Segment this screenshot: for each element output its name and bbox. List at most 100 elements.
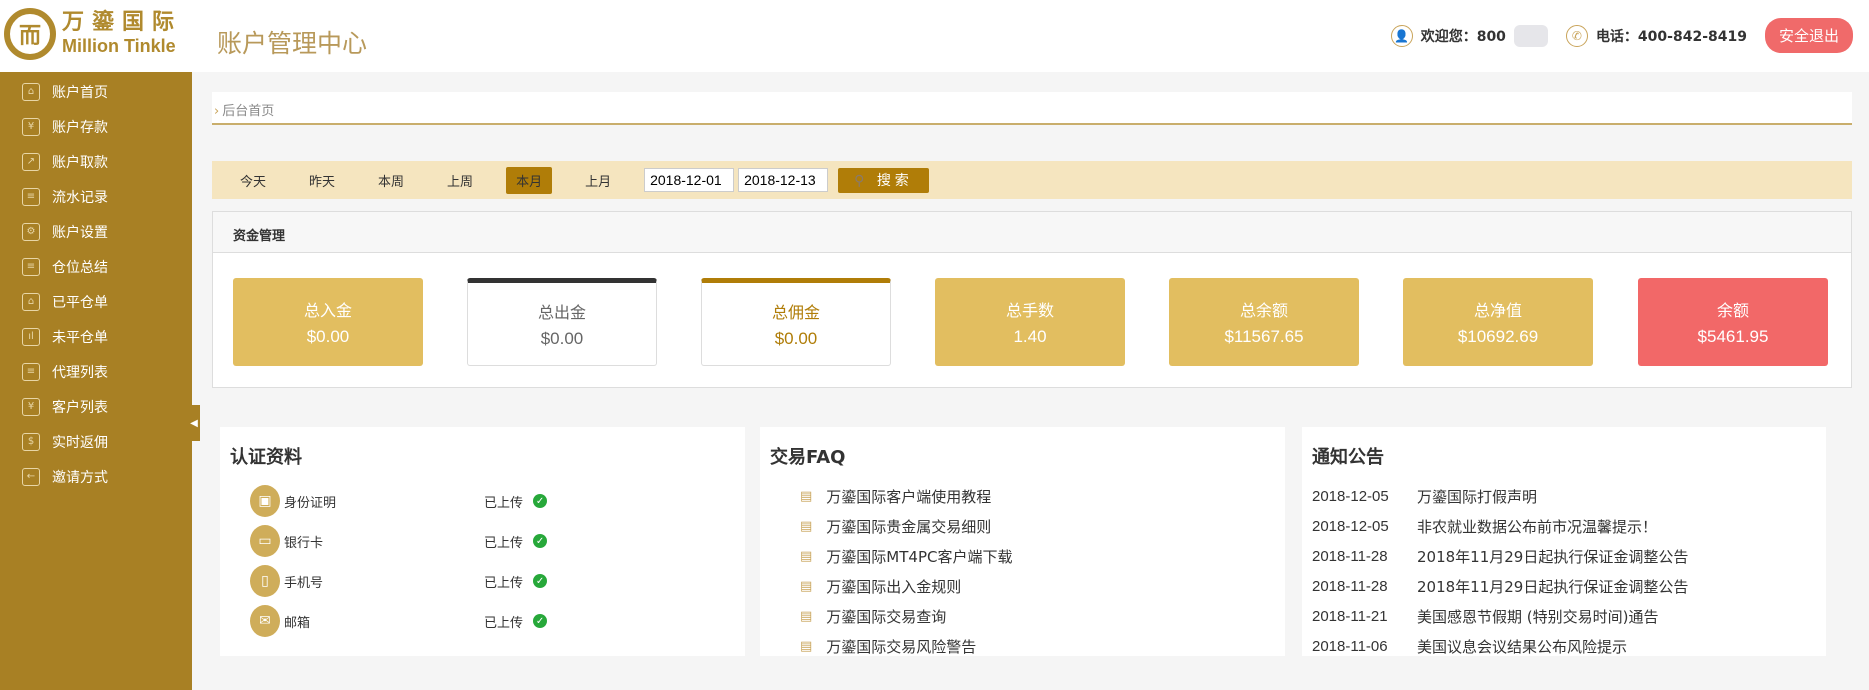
faq-item[interactable]: ▤ 万鎏国际MT4PC客户端下载 (770, 541, 1275, 571)
summary-icon: ≡ (22, 257, 40, 276)
cert-item: ▯ 手机号 已上传 ✓ (230, 561, 735, 601)
sidebar-item[interactable]: ıl 未平仓单 (0, 319, 192, 354)
fund-card: 总净值 $10692.69 (1403, 278, 1593, 366)
notice-item[interactable]: 2018-11-21 美国感恩节假期 (特别交易时间)通告 (1312, 601, 1816, 631)
search-label: 搜索 (876, 173, 913, 189)
search-button[interactable]: ⚲ 搜索 (838, 167, 929, 193)
phone-icon: ✆ (1565, 24, 1588, 47)
faq-panel: 交易FAQ ▤ 万鎏国际客户端使用教程 ▤ 万鎏国际贵金属交易细则 ▤ 万鎏国际MT4PC… (760, 427, 1285, 656)
notice-link[interactable]: 美国感恩节假期 (特别交易时间)通告 (1417, 606, 1658, 627)
fund-card: 余额 $5461.95 (1638, 278, 1828, 366)
sidebar-item[interactable]: ≡ 流水记录 (0, 179, 192, 214)
list-icon: ≡ (22, 362, 40, 381)
filter-tab[interactable]: 上月 (575, 167, 621, 194)
notice-link[interactable]: 非农就业数据公布前市况温馨提示！ (1417, 516, 1657, 537)
notice-item[interactable]: 2018-12-05 非农就业数据公布前市况温馨提示！ (1312, 511, 1816, 541)
sidebar-item[interactable]: ≡ 代理列表 (0, 354, 192, 389)
notice-item[interactable]: 2018-11-28 2018年11月29日起执行保证金调整公告 (1312, 541, 1816, 571)
sidebar-item[interactable]: ← 邀请方式 (0, 459, 192, 494)
cert-title: 认证资料 (230, 447, 302, 468)
clipboard-icon: ▤ (800, 518, 813, 534)
sidebar-item[interactable]: $ 实时返佣 (0, 424, 192, 459)
notice-link[interactable]: 2018年11月29日起执行保证金调整公告 (1417, 546, 1688, 567)
filter-tab[interactable]: 本月 (506, 166, 553, 194)
filter-tab[interactable]: 本周 (368, 167, 414, 194)
filter-tab[interactable]: 昨天 (299, 167, 345, 194)
fund-card-value: $10692.69 (1457, 327, 1539, 346)
faq-link[interactable]: 万鎏国际交易风险警告 (826, 636, 976, 657)
sidebar-item-label: 邀请方式 (52, 469, 108, 486)
faq-item[interactable]: ▤ 万鎏国际贵金属交易细则 (770, 511, 1275, 541)
fund-management-panel: 资金管理 总入金 $0.00 总出金 $0.00 总佣金 $0.00 总手数 1.40 总余额 $… (212, 211, 1852, 388)
clipboard-icon: ≡ (22, 187, 40, 206)
faq-item[interactable]: ▤ 万鎏国际交易查询 (770, 601, 1275, 631)
clipboard-icon: ▤ (800, 608, 813, 624)
logout-button[interactable]: 安全退出 (1764, 18, 1853, 53)
welcome-text: 欢迎您：800 (1420, 28, 1506, 45)
fund-card: 总佣金 $0.00 (701, 278, 891, 366)
fund-card-value: $5461.95 (1697, 327, 1769, 346)
faq-item[interactable]: ▤ 万鎏国际出入金规则 (770, 571, 1275, 601)
faq-link[interactable]: 万鎏国际交易查询 (826, 606, 946, 627)
sidebar-item-label: 未平仓单 (52, 329, 108, 346)
fund-card-label: 总入金 (303, 301, 352, 320)
cert-status: 已上传 (484, 535, 524, 551)
start-date-input[interactable] (644, 168, 735, 192)
faq-link[interactable]: 万鎏国际客户端使用教程 (826, 486, 991, 507)
notice-link[interactable]: 万鎏国际打假声明 (1417, 486, 1537, 507)
sidebar-item[interactable]: ≡ 仓位总结 (0, 249, 192, 284)
sidebar-item[interactable]: ⌂ 账户首页 (0, 74, 192, 109)
faq-link[interactable]: 万鎏国际MT4PC客户端下载 (826, 546, 1012, 567)
sidebar-item[interactable]: ¥ 客户列表 (0, 389, 192, 424)
logo[interactable]: 而 万鎏国际 Million Tinkle (4, 8, 182, 60)
clipboard-icon: ▤ (800, 578, 813, 594)
cert-name: 手机号 (284, 575, 324, 591)
cert-item: ▭ 银行卡 已上传 ✓ (230, 521, 735, 561)
notice-title: 通知公告 (1312, 447, 1384, 468)
notice-date: 2018-12-05 (1312, 517, 1389, 535)
filter-tab[interactable]: 今天 (230, 167, 276, 194)
sidebar-item[interactable]: ⌂ 已平仓单 (0, 284, 192, 319)
faq-item[interactable]: ▤ 万鎏国际客户端使用教程 (770, 481, 1275, 511)
fund-card-value: 1.40 (1013, 327, 1047, 346)
sidebar-item[interactable]: ¥ 账户存款 (0, 109, 192, 144)
sidebar-item-label: 客户列表 (52, 399, 108, 416)
sidebar-item[interactable]: ↗ 账户取款 (0, 144, 192, 179)
fund-card-label: 总净值 (1473, 301, 1522, 320)
faq-item[interactable]: ▤ 万鎏国际交易风险警告 (770, 631, 1275, 661)
cert-panel: 认证资料 ▣ 身份证明 已上传 ✓ ▭ 银行卡 已上传 ✓ ▯ 手机号 已上传 ✓ ✉ 邮箱 已上传 ✓ (220, 427, 745, 656)
faq-title: 交易FAQ (770, 447, 846, 468)
chevron-right-icon: › (214, 104, 220, 119)
cert-status: 已上传 (484, 615, 524, 631)
mail-icon: ✉ (250, 605, 280, 637)
clipboard-icon: ▤ (800, 638, 813, 654)
logo-en: Million Tinkle (62, 36, 176, 56)
faq-link[interactable]: 万鎏国际出入金规则 (826, 576, 961, 597)
cert-name: 邮箱 (284, 615, 311, 631)
end-date-input[interactable] (738, 168, 829, 192)
sidebar-item-label: 账户存款 (52, 119, 108, 136)
collapse-sidebar-button[interactable]: ◀ (188, 405, 200, 441)
cert-status: 已上传 (484, 575, 524, 591)
notice-link[interactable]: 美国议息会议结果公布风险提示 (1417, 636, 1627, 657)
notice-link[interactable]: 2018年11月29日起执行保证金调整公告 (1417, 576, 1688, 597)
cert-name: 身份证明 (284, 495, 337, 511)
filter-tab[interactable]: 上周 (437, 167, 483, 194)
clipboard-icon: ▤ (800, 488, 813, 504)
sidebar-item-label: 仓位总结 (52, 259, 108, 276)
sidebar-item[interactable]: ⚙ 账户设置 (0, 214, 192, 249)
notice-date: 2018-12-05 (1312, 487, 1389, 505)
notice-item[interactable]: 2018-12-05 万鎏国际打假声明 (1312, 481, 1816, 511)
breadcrumb: › 后台首页 (212, 92, 1852, 125)
fund-card-value: $0.00 (774, 329, 818, 348)
fund-card-label: 总出金 (537, 303, 586, 322)
notice-item[interactable]: 2018-11-06 美国议息会议结果公布风险提示 (1312, 631, 1816, 661)
invite-icon: ← (22, 467, 40, 486)
logo-icon: 而 (4, 8, 56, 60)
phone-text: 电话：400-842-8419 (1595, 28, 1747, 45)
check-icon: ✓ (533, 534, 548, 548)
page-title: 账户管理中心 (217, 29, 368, 58)
notice-item[interactable]: 2018-11-28 2018年11月29日起执行保证金调整公告 (1312, 571, 1816, 601)
faq-link[interactable]: 万鎏国际贵金属交易细则 (826, 516, 991, 537)
breadcrumb-home[interactable]: 后台首页 (222, 104, 274, 119)
